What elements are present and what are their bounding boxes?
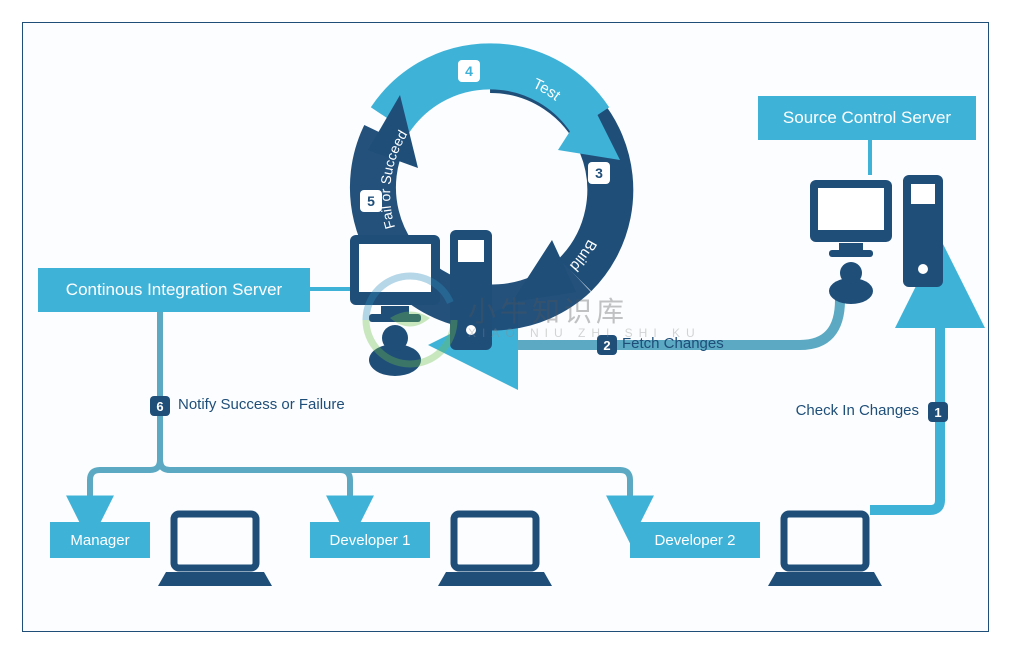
svg-text:3: 3 [595, 165, 603, 181]
laptop-icon-dev1 [440, 510, 550, 590]
svg-text:4: 4 [465, 63, 473, 79]
source-server-box: Source Control Server [758, 96, 976, 140]
dev2-box: Developer 2 [630, 522, 760, 558]
step6-label: Notify Success or Failure [178, 396, 345, 413]
dev1-box: Developer 1 [310, 522, 430, 558]
watermark-logo [350, 260, 470, 380]
step1-label: Check In Changes [796, 402, 919, 419]
step2-badge: 2 [597, 335, 617, 355]
laptop-icon-dev2 [770, 510, 880, 590]
ci-server-box: Continous Integration Server [38, 268, 310, 312]
laptop-icon-manager [160, 510, 270, 590]
step6-badge: 6 [150, 396, 170, 416]
step1-badge: 1 [928, 402, 948, 422]
manager-box: Manager [50, 522, 150, 558]
source-computer-icon [805, 175, 965, 305]
step2-label: Fetch Changes [622, 335, 724, 352]
svg-text:5: 5 [367, 193, 375, 209]
diagram-stage: Test Build Fail or Succeed 4 3 5 Contino… [0, 0, 1011, 654]
